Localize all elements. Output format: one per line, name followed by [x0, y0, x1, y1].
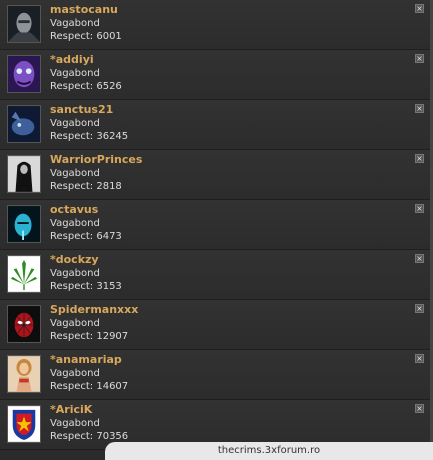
username[interactable]: Spidermanxxx	[50, 304, 138, 316]
username[interactable]: mastocanu	[50, 4, 118, 16]
respect-value: 2818	[96, 181, 122, 192]
dark-figure-avatar[interactable]	[7, 155, 41, 193]
close-icon[interactable]: ×	[415, 304, 424, 313]
site-watermark: thecrims.3xforum.ro	[105, 442, 433, 460]
respect-label: Respect:	[50, 281, 94, 292]
list-item: *dockzy Vagabond Respect: 3153 ×	[0, 250, 430, 300]
respect-label: Respect:	[50, 231, 94, 242]
spiderman-avatar[interactable]	[7, 305, 41, 343]
respect-label: Respect:	[50, 81, 94, 92]
respect-value: 3153	[96, 281, 122, 292]
username[interactable]: *AriciK	[50, 404, 92, 416]
rank-label: Vagabond	[50, 218, 100, 229]
respect-text: Respect: 12907	[50, 331, 128, 343]
respect-value: 6001	[96, 31, 122, 42]
list-item: *addiyi Vagabond Respect: 6526 ×	[0, 50, 430, 100]
close-icon[interactable]: ×	[415, 104, 424, 113]
username[interactable]: *dockzy	[50, 254, 99, 266]
username[interactable]: octavus	[50, 204, 98, 216]
list-item: Spidermanxxx Vagabond Respect: 12907 ×	[0, 300, 430, 350]
respect-label: Respect:	[50, 181, 94, 192]
close-icon[interactable]: ×	[415, 354, 424, 363]
rank-label: Vagabond	[50, 18, 100, 29]
user-list: mastocanu Vagabond Respect: 6001 × *addi…	[0, 0, 430, 450]
cyan-face-avatar[interactable]	[7, 205, 41, 243]
respect-text: Respect: 3153	[50, 281, 122, 293]
rank-label: Vagabond	[50, 418, 100, 429]
respect-text: Respect: 36245	[50, 131, 128, 143]
close-icon[interactable]: ×	[415, 4, 424, 13]
rank-label: Vagabond	[50, 118, 100, 129]
respect-value: 12907	[96, 331, 129, 342]
respect-value: 14607	[96, 381, 129, 392]
respect-label: Respect:	[50, 431, 94, 442]
respect-label: Respect:	[50, 381, 94, 392]
respect-text: Respect: 6526	[50, 81, 122, 93]
respect-value: 36245	[96, 131, 129, 142]
respect-label: Respect:	[50, 31, 94, 42]
respect-label: Respect:	[50, 331, 94, 342]
list-item: WarriorPrinces Vagabond Respect: 2818 ×	[0, 150, 430, 200]
close-icon[interactable]: ×	[415, 204, 424, 213]
rank-label: Vagabond	[50, 368, 100, 379]
respect-value: 6526	[96, 81, 122, 92]
steaua-crest-avatar[interactable]	[7, 405, 41, 443]
list-item: *anamariap Vagabond Respect: 14607 ×	[0, 350, 430, 400]
list-item: mastocanu Vagabond Respect: 6001 ×	[0, 0, 430, 50]
username[interactable]: sanctus21	[50, 104, 113, 116]
respect-value: 70356	[96, 431, 129, 442]
rank-label: Vagabond	[50, 318, 100, 329]
cannabis-leaf-avatar[interactable]	[7, 255, 41, 293]
username[interactable]: *anamariap	[50, 354, 122, 366]
purple-face-avatar[interactable]	[7, 55, 41, 93]
rank-label: Vagabond	[50, 168, 100, 179]
rank-label: Vagabond	[50, 68, 100, 79]
respect-text: Respect: 14607	[50, 381, 128, 393]
username[interactable]: WarriorPrinces	[50, 154, 142, 166]
username[interactable]: *addiyi	[50, 54, 94, 66]
blue-creature-avatar[interactable]	[7, 105, 41, 143]
woman-photo-avatar[interactable]	[7, 355, 41, 393]
respect-text: Respect: 6001	[50, 31, 122, 43]
respect-label: Respect:	[50, 131, 94, 142]
list-item: sanctus21 Vagabond Respect: 36245 ×	[0, 100, 430, 150]
close-icon[interactable]: ×	[415, 54, 424, 63]
respect-text: Respect: 6473	[50, 231, 122, 243]
close-icon[interactable]: ×	[415, 254, 424, 263]
list-item: octavus Vagabond Respect: 6473 ×	[0, 200, 430, 250]
close-icon[interactable]: ×	[415, 154, 424, 163]
close-icon[interactable]: ×	[415, 404, 424, 413]
rank-label: Vagabond	[50, 268, 100, 279]
respect-value: 6473	[96, 231, 122, 242]
respect-text: Respect: 2818	[50, 181, 122, 193]
dark-face-avatar[interactable]	[7, 5, 41, 43]
